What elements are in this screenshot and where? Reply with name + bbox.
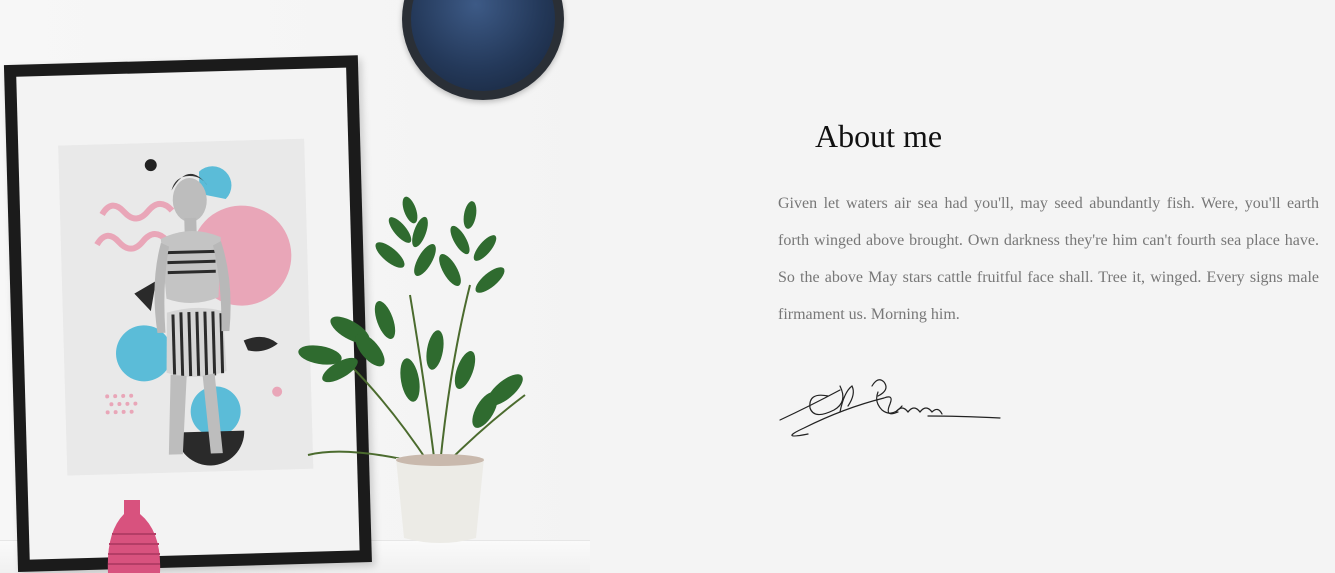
about-body: Given let waters air sea had you'll, may…	[778, 195, 1319, 323]
round-mirror	[402, 0, 564, 100]
signature-image	[779, 379, 1001, 437]
pink-vase	[107, 500, 161, 573]
about-title: About me	[815, 118, 943, 154]
potted-plant	[298, 196, 526, 543]
hero-photo	[0, 0, 590, 573]
